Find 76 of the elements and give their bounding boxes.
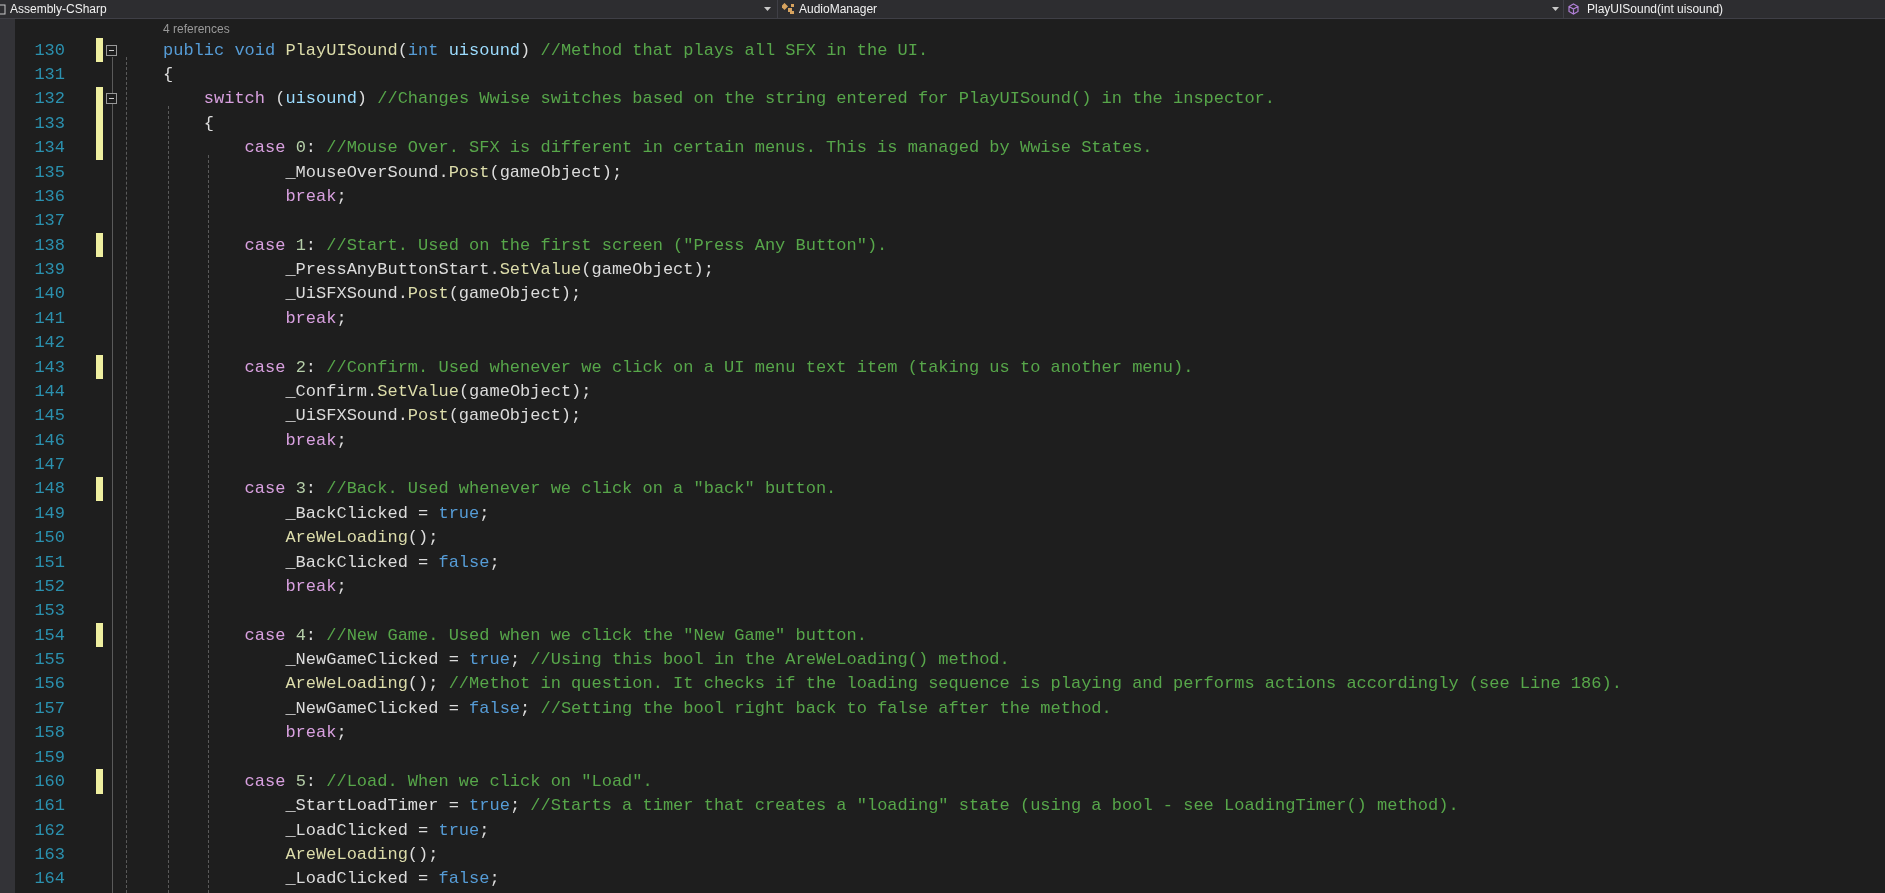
code-line: {: [163, 66, 174, 84]
line-number: 145: [33, 407, 65, 425]
collapse-toggle[interactable]: [106, 44, 117, 56]
line-number: 152: [33, 577, 65, 595]
line-number: 133: [33, 114, 65, 132]
line-number: 135: [33, 163, 65, 181]
line-number: 153: [33, 602, 65, 620]
line-number: 160: [33, 772, 65, 790]
code-line: _BackClicked = true;: [284, 504, 490, 522]
line-number: 138: [33, 236, 65, 254]
line-number: 155: [33, 651, 65, 669]
code-line: AreWeLoading(); //Methot in question. It checks if the loading sequence is playing and performs actions accordingly (see Line 186).: [284, 675, 1622, 693]
class-dropdown[interactable]: AudioManager: [799, 0, 1552, 18]
class-icon: [782, 3, 795, 15]
code-line: _NewGameClicked = false; //Setting the bool right back to false after the method.: [284, 699, 1112, 717]
code-line: {: [202, 114, 214, 132]
code-line: _LoadClicked = false;: [284, 870, 500, 888]
code-line: _MouseOverSound.Post(gameObject);: [284, 163, 623, 181]
line-number: 156: [33, 675, 65, 693]
line-number: 134: [33, 139, 65, 157]
line-number: 163: [33, 846, 65, 864]
code-line: _StartLoadTimer = true; //Starts a timer that creates a "loading" state (using a bool - see LoadingTimer() method).: [284, 797, 1459, 815]
caret-icon: [1552, 7, 1559, 11]
line-number: 136: [33, 187, 65, 205]
code-line: break;: [284, 187, 347, 205]
line-number: 157: [33, 699, 65, 717]
code-line: break;: [284, 724, 347, 742]
code-line: break;: [284, 577, 347, 595]
code-line: case 3: //Back. Used whenever we click on a "back" button.: [243, 480, 837, 498]
line-number: 148: [33, 480, 65, 498]
project-icon: [0, 3, 6, 15]
code-line: case 0: //Mouse Over. SFX is different in certain menus. This is managed by Wwise States.: [243, 139, 1153, 157]
code-line: _PressAnyButtonStart.SetValue(gameObject);: [284, 261, 714, 279]
caret-icon: [764, 7, 771, 11]
code-line: break;: [284, 309, 347, 327]
code-line: _BackClicked = false;: [284, 553, 500, 571]
collapse-toggle[interactable]: [106, 93, 117, 105]
member-dropdown[interactable]: PlayUISound(int uisound): [1587, 0, 1724, 18]
line-number: 142: [33, 334, 65, 352]
code-line: case 1: //Start. Used on the first screen ("Press Any Button").: [243, 236, 888, 254]
code-line: _UiSFXSound.Post(gameObject);: [284, 407, 582, 425]
project-dropdown[interactable]: Assembly-CSharp: [10, 0, 764, 18]
code-line: AreWeLoading();: [284, 846, 439, 864]
line-number: 132: [33, 90, 65, 108]
line-number: 139: [33, 261, 65, 279]
line-number: 159: [33, 748, 65, 766]
line-number: 150: [33, 529, 65, 547]
line-number: 130: [33, 41, 65, 59]
code-line: break;: [284, 431, 347, 449]
line-number: 137: [33, 212, 65, 230]
code-line: AreWeLoading();: [284, 529, 439, 547]
code-line: public void PlayUISound(int uisound) //Method that plays all SFX in the UI.: [163, 41, 929, 59]
cube-icon: [1568, 3, 1579, 15]
line-number: 146: [33, 431, 65, 449]
line-number: 141: [33, 309, 65, 327]
code-line: case 5: //Load. When we click on "Load".: [243, 772, 653, 790]
code-line: case 4: //New Game. Used when we click the "New Game" button.: [243, 626, 867, 644]
code-line: _Confirm.SetValue(gameObject);: [284, 382, 592, 400]
line-number: 162: [33, 821, 65, 839]
code-line: _NewGameClicked = true; //Using this bool in the AreWeLoading() method.: [284, 651, 1010, 669]
code-line: _UiSFXSound.Post(gameObject);: [284, 285, 582, 303]
code-line: switch (uisound) //Changes Wwise switches based on the string entered for PlayUISound() in the inspector.: [202, 90, 1275, 108]
line-number: 131: [33, 66, 65, 84]
line-number: 149: [33, 504, 65, 522]
line-number: 154: [33, 626, 65, 644]
line-number: 140: [33, 285, 65, 303]
line-number: 147: [33, 456, 65, 474]
code-line: case 2: //Confirm. Used whenever we click on a UI menu text item (taking us to another menu).: [243, 358, 1194, 376]
line-number: 164: [33, 870, 65, 888]
line-number: 143: [33, 358, 65, 376]
line-number: 158: [33, 724, 65, 742]
code-line: _LoadClicked = true;: [284, 821, 490, 839]
line-number: 161: [33, 797, 65, 815]
references-link[interactable]: 4 references: [163, 19, 230, 38]
line-number: 144: [33, 382, 65, 400]
line-number: 151: [33, 553, 65, 571]
